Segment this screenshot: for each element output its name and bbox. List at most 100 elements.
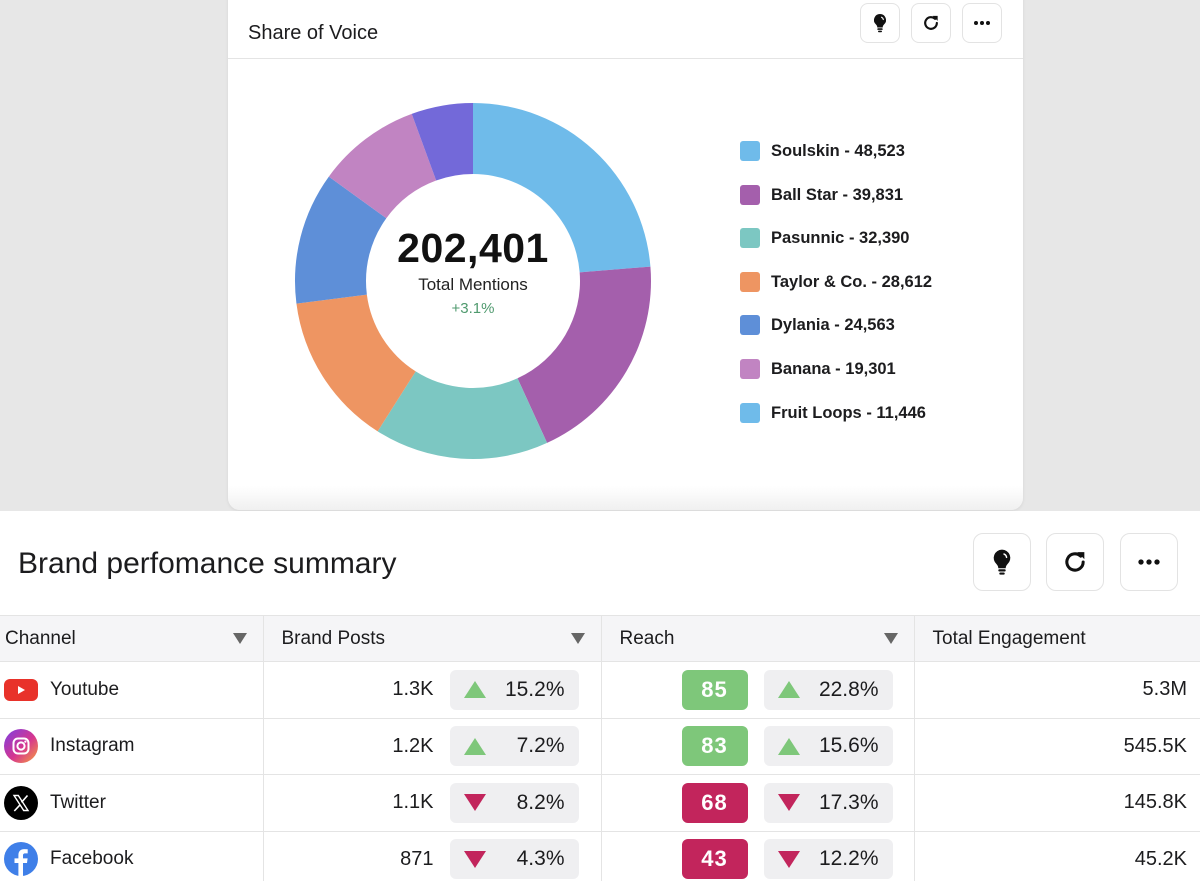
channel-name: Youtube (50, 678, 120, 700)
refresh-button[interactable] (911, 3, 951, 43)
insights-button[interactable] (973, 533, 1031, 591)
reach-cell: 83 15.6% (600, 718, 914, 775)
total-engagement-value: 545.5K (1123, 734, 1187, 757)
total-mentions-delta: +3.1% (451, 300, 495, 317)
instagram-icon (4, 729, 38, 764)
brand-posts-value: 1.2K (392, 734, 434, 757)
table-row[interactable]: Youtube 1.3K 15.2% 85 22.8% 5.3M (0, 661, 1200, 719)
legend-label: Fruit Loops - 11,446 (771, 403, 926, 422)
total-engagement-value: 145.8K (1123, 791, 1187, 814)
reach-score-badge: 43 (681, 839, 748, 880)
legend-label: Soulskin - 48,523 (771, 142, 905, 160)
legend-label: Taylor & Co. - 28,612 (771, 272, 933, 291)
youtube-icon (4, 673, 38, 707)
trend-down-icon (777, 850, 800, 868)
column-header-reach[interactable]: Reach (600, 615, 914, 662)
legend-item[interactable]: Soulskin - 48,523 (740, 140, 932, 184)
trend-up-icon (463, 737, 486, 755)
brand-posts-delta-chip: 7.2% (449, 726, 579, 767)
total-engagement-cell: 5.3M (913, 661, 1200, 719)
brand-posts-delta-chip: 8.2% (449, 782, 579, 823)
reach-delta-chip: 12.2% (763, 839, 893, 880)
insights-button[interactable] (860, 3, 900, 43)
sort-caret-icon[interactable] (232, 633, 247, 644)
brand-posts-value: 871 (400, 847, 434, 870)
more-horizontal-icon (974, 21, 990, 25)
column-header-total-engagement[interactable]: Total Engagement (913, 615, 1200, 662)
trend-down-icon (463, 850, 486, 868)
brand-posts-delta: 4.3% (516, 847, 565, 871)
reach-delta-chip: 17.3% (763, 782, 893, 823)
brand-performance-panel: Brand perfomance summary Channel Brand P… (0, 511, 1200, 881)
legend-item[interactable]: Taylor & Co. - 28,612 (740, 271, 932, 315)
more-horizontal-icon (1138, 559, 1160, 565)
legend-item[interactable]: Pasunnic - 32,390 (740, 227, 932, 271)
table-row[interactable]: Facebook 871 4.3% 43 12.2% 45.2K (0, 831, 1200, 881)
x-twitter-icon (4, 785, 38, 820)
trend-up-icon (777, 737, 800, 755)
column-header-label: Channel (5, 627, 76, 649)
channel-name: Facebook (50, 848, 134, 870)
refresh-button[interactable] (1046, 533, 1104, 591)
lightbulb-icon (873, 13, 887, 33)
brand-posts-cell: 1.2K 7.2% (262, 718, 601, 775)
more-options-button[interactable] (962, 3, 1002, 43)
more-options-button[interactable] (1120, 533, 1178, 591)
reach-score-badge: 83 (681, 726, 748, 767)
total-mentions-label: Total Mentions (418, 275, 528, 294)
brand-posts-delta: 8.2% (516, 790, 565, 814)
legend-item[interactable]: Banana - 19,301 (740, 358, 932, 402)
legend-label: Pasunnic - 32,390 (771, 229, 910, 248)
donut-chart: 202,401 Total Mentions +3.1% (292, 100, 654, 462)
brand-posts-cell: 1.1K 8.2% (262, 774, 601, 832)
legend-swatch (740, 315, 760, 336)
column-header-brand-posts[interactable]: Brand Posts (262, 615, 601, 662)
reach-delta-chip: 15.6% (763, 726, 893, 767)
legend-label: Ball Star - 39,831 (771, 185, 904, 204)
channel-name: Instagram (50, 735, 135, 757)
trend-up-icon (463, 681, 486, 699)
legend-item[interactable]: Ball Star - 39,831 (740, 184, 932, 228)
share-of-voice-card: Share of Voice 202,401 Total Mentions +3… (228, 0, 1023, 510)
legend-item[interactable]: Dylania - 24,563 (740, 314, 932, 358)
channel-cell: Instagram (0, 718, 263, 775)
lightbulb-icon (993, 549, 1011, 575)
trend-down-icon (463, 794, 486, 812)
reach-delta: 22.8% (818, 677, 879, 701)
legend-label: Dylania - 24,563 (771, 316, 895, 335)
reach-cell: 68 17.3% (600, 774, 914, 832)
reach-delta-chip: 22.8% (763, 669, 893, 710)
legend-swatch (740, 402, 760, 423)
card-header: Share of Voice (228, 0, 1023, 59)
chart-legend: Soulskin - 48,523 Ball Star - 39,831 Pas… (740, 140, 932, 445)
total-engagement-cell: 145.8K (913, 774, 1200, 832)
table-row[interactable]: Twitter 1.1K 8.2% 68 17.3% 145.8K (0, 774, 1200, 832)
total-engagement-value: 5.3M (1142, 678, 1187, 701)
table-header-row: Channel Brand Posts Reach Total Engageme… (0, 615, 1200, 662)
sort-caret-icon[interactable] (883, 633, 898, 644)
channel-cell: Youtube (0, 661, 263, 719)
panel-title: Brand perfomance summary (18, 547, 397, 580)
reach-cell: 85 22.8% (600, 661, 914, 719)
legend-swatch (740, 184, 760, 205)
brand-performance-table: Channel Brand Posts Reach Total Engageme… (0, 615, 1200, 881)
trend-up-icon (777, 681, 800, 699)
brand-posts-delta: 7.2% (516, 734, 565, 758)
trend-down-icon (777, 794, 800, 812)
column-header-label: Total Engagement (932, 627, 1086, 649)
column-header-label: Brand Posts (281, 627, 386, 649)
legend-item[interactable]: Fruit Loops - 11,446 (740, 402, 932, 446)
channel-name: Twitter (50, 791, 106, 813)
legend-swatch (740, 271, 760, 292)
table-row[interactable]: Instagram 1.2K 7.2% 83 15.6% 545.5K (0, 718, 1200, 775)
brand-posts-cell: 871 4.3% (262, 831, 601, 881)
brand-posts-delta-chip: 15.2% (449, 669, 579, 710)
column-header-channel[interactable]: Channel (0, 615, 263, 662)
brand-posts-value: 1.3K (392, 678, 434, 701)
total-engagement-value: 45.2K (1134, 847, 1187, 870)
legend-swatch (740, 228, 760, 249)
sort-caret-icon[interactable] (570, 633, 585, 644)
channel-cell: Facebook (0, 831, 263, 881)
facebook-icon (4, 842, 38, 877)
legend-swatch (740, 358, 760, 379)
